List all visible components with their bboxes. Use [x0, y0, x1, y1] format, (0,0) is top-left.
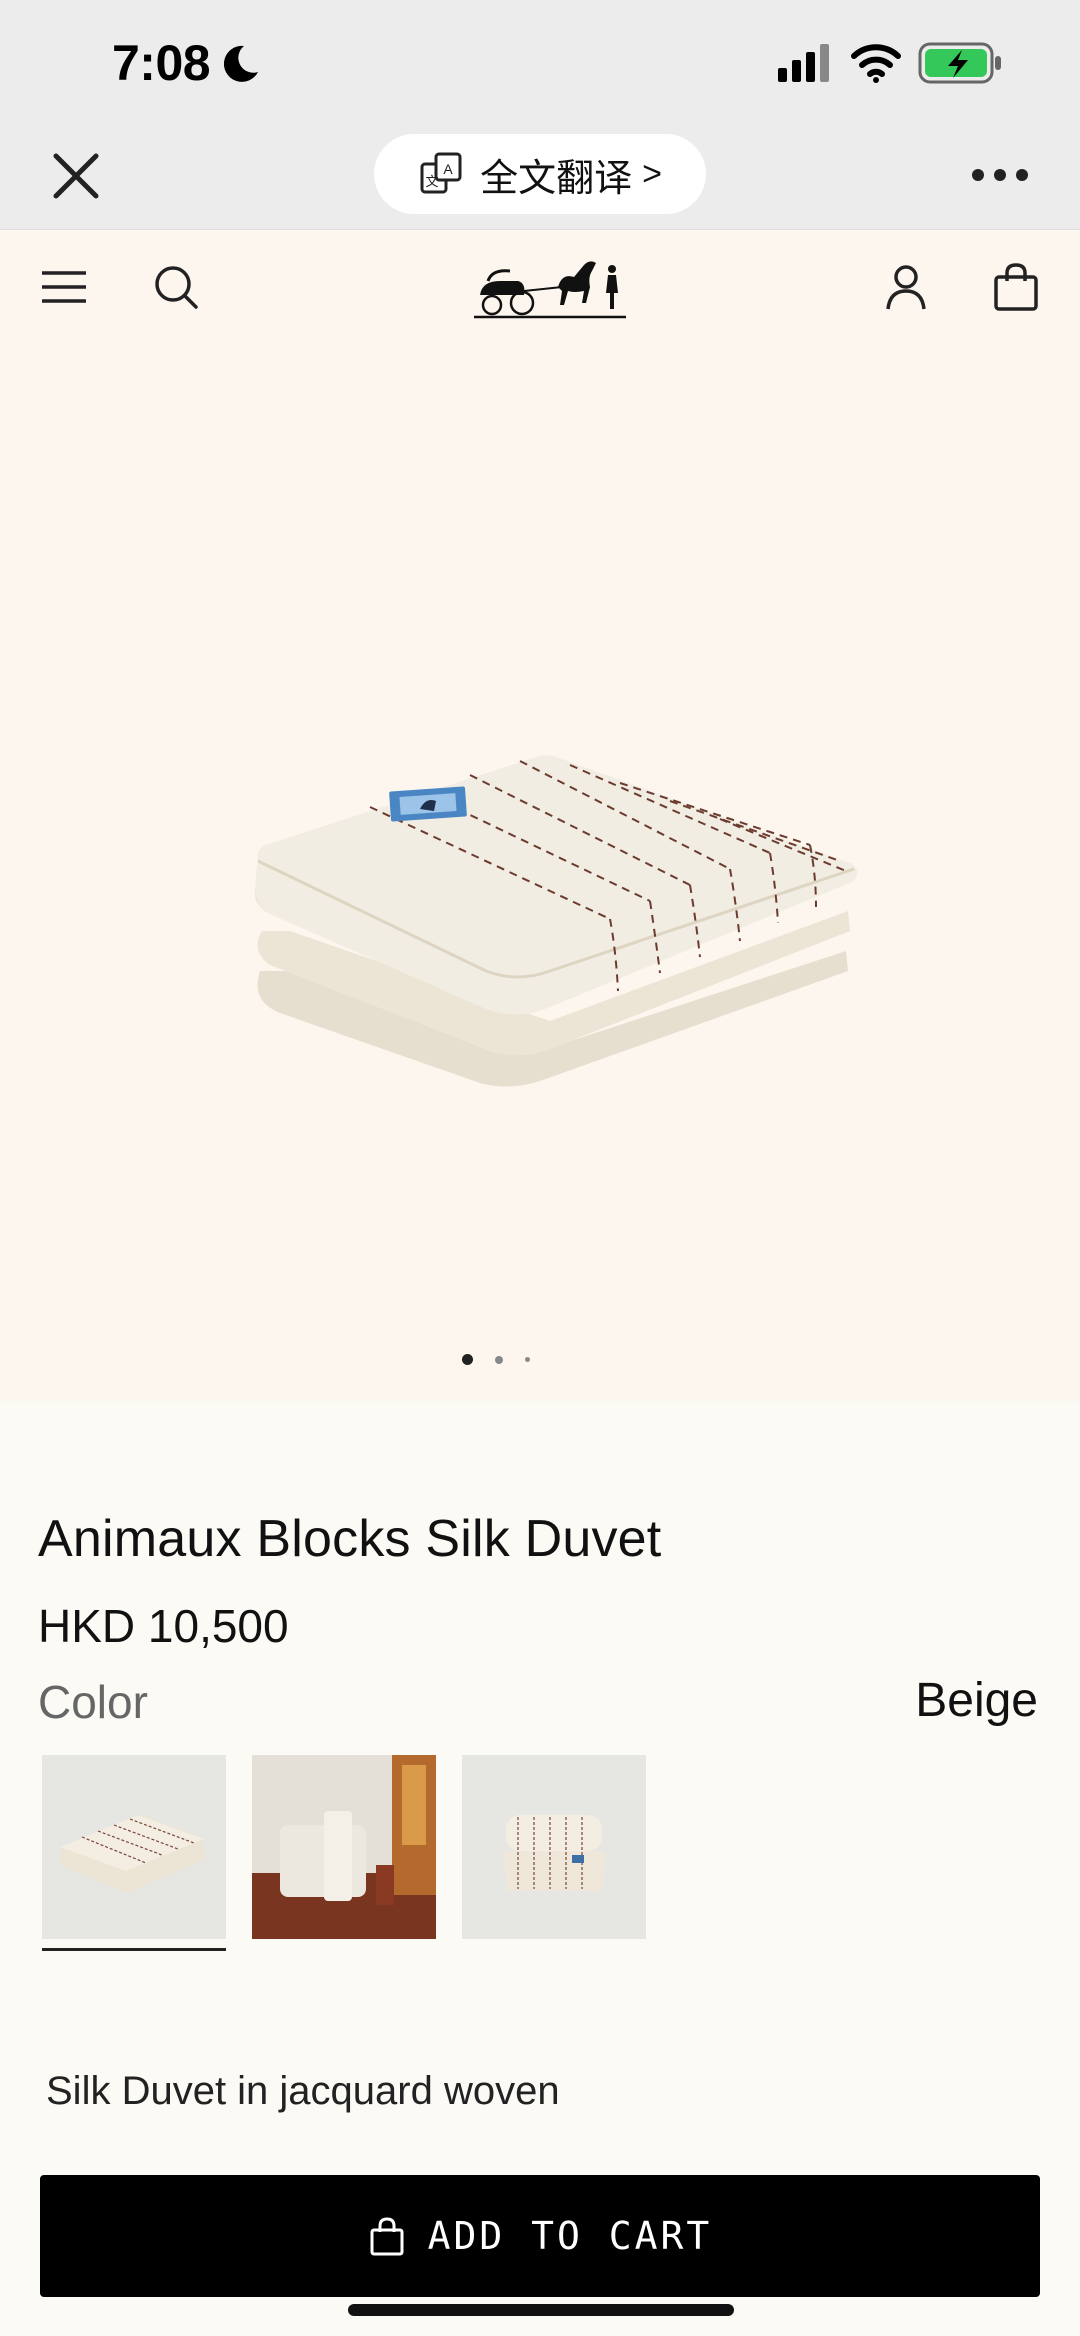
thumbnail-duvet-rolled-flat[interactable]	[462, 1755, 646, 1955]
search-icon[interactable]	[148, 259, 204, 315]
carriage-logo[interactable]	[470, 247, 630, 327]
color-label: Color	[38, 1676, 148, 1728]
thumbnail-image	[42, 1755, 226, 1939]
more-dot-icon	[972, 169, 984, 181]
carousel-dot-active[interactable]	[462, 1354, 473, 1365]
hamburger-icon[interactable]	[36, 259, 92, 315]
shopping-bag-icon[interactable]	[988, 259, 1044, 315]
thumbnail-folded-duvet[interactable]	[42, 1755, 226, 1955]
translate-button[interactable]: A 文 全文翻译 >	[374, 134, 706, 214]
thumbnail-duvet-on-armchair[interactable]	[252, 1755, 436, 1955]
thumbnail-image	[252, 1755, 436, 1939]
carousel-pagination	[462, 1354, 530, 1365]
thumbnail-image	[462, 1755, 646, 1939]
user-icon[interactable]	[878, 259, 934, 315]
battery-charging-icon	[918, 42, 1001, 84]
translate-label: 全文翻译	[480, 157, 633, 200]
translate-icon: A 文	[420, 152, 462, 194]
color-value: Beige	[915, 1674, 1038, 1727]
browser-toolbar: A 文 全文翻译 >	[0, 130, 1080, 230]
chevron-right-icon: >	[642, 154, 662, 193]
add-to-cart-label: ADD TO CART	[427, 2214, 713, 2258]
wifi-icon	[851, 44, 901, 83]
status-time: 7:08	[112, 35, 211, 91]
moon-icon	[223, 45, 258, 82]
more-dot-icon	[994, 169, 1006, 181]
color-thumbnails	[42, 1755, 646, 1955]
product-info: Animaux Blocks Silk Duvet HKD 10,500 Col…	[0, 1401, 1080, 2336]
more-dot-icon	[1016, 169, 1028, 181]
svg-text:A: A	[443, 161, 453, 177]
selected-indicator	[42, 1948, 226, 1951]
product-price: HKD 10,500	[38, 1600, 289, 1652]
close-icon[interactable]	[48, 148, 104, 204]
product-description: Silk Duvet in jacquard woven	[46, 2069, 560, 2113]
svg-text:文: 文	[426, 174, 439, 189]
product-image-carousel[interactable]	[0, 351, 1080, 1401]
site-header	[0, 231, 1080, 351]
status-bar: 7:08	[0, 0, 1080, 130]
shopping-bag-icon	[370, 2217, 404, 2256]
product-image-folded-duvet	[254, 755, 858, 1087]
home-indicator[interactable]	[348, 2304, 734, 2316]
carousel-dot[interactable]	[495, 1355, 503, 1364]
more-button[interactable]	[972, 160, 1036, 190]
add-to-cart-button[interactable]: ADD TO CART	[40, 2175, 1040, 2297]
cellular-signal-icon	[778, 44, 829, 82]
product-title: Animaux Blocks Silk Duvet	[38, 1510, 662, 1568]
carousel-dot[interactable]	[525, 1357, 530, 1362]
